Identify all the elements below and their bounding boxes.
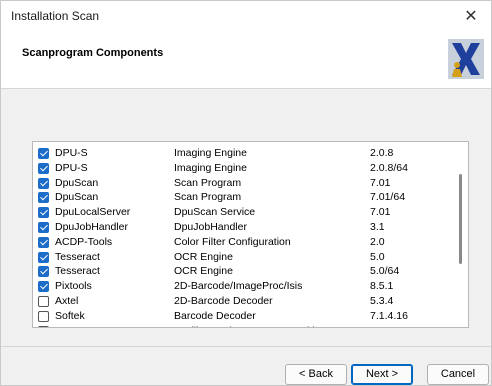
wizard-header: Scanprogram Components xyxy=(1,31,491,89)
footer-divider xyxy=(1,346,491,347)
checkbox-checked[interactable] xyxy=(38,266,49,278)
component-row[interactable]: ACDP-Tools Color Filter Configuration 2.0 xyxy=(33,235,453,250)
components-list[interactable]: DPU-S Imaging Engine 2.0.8 DPU-S Imaging Eng… xyxy=(32,141,469,328)
checkbox-unchecked[interactable] xyxy=(38,325,49,327)
component-description: OCR Engine xyxy=(174,250,233,263)
component-version: 2.0 xyxy=(370,235,385,248)
checkbox-unchecked[interactable] xyxy=(38,296,49,307)
component-row[interactable]: Pixtools 2D-Barcode/ImageProc/Isis 8.5.1 xyxy=(33,279,453,294)
component-row[interactable]: Tesseract OCR Engine 5.0/64 xyxy=(33,264,453,279)
checkbox-unchecked[interactable] xyxy=(38,310,49,322)
list-scrollbar[interactable] xyxy=(459,174,462,264)
cancel-button[interactable]: Cancel xyxy=(427,364,489,385)
component-name: DpuJobHandler xyxy=(55,221,128,233)
component-row[interactable]: DpuScan Scan Program 7.01 xyxy=(33,176,453,191)
component-version: 7.01 xyxy=(370,176,391,189)
checkbox-checked[interactable] xyxy=(38,251,49,263)
component-row[interactable]: I.R.I.S Intelligent Character Recognition xyxy=(33,324,453,327)
component-version: 3.1 xyxy=(370,221,385,233)
checkbox-checked[interactable] xyxy=(38,222,49,233)
component-version: 2.0.8/64 xyxy=(370,161,408,174)
component-version: 7.01/64 xyxy=(370,191,406,204)
component-row[interactable]: DpuJobHandler DpuJobHandler 3.1 xyxy=(33,220,453,235)
component-name: I.R.I.S xyxy=(55,324,84,327)
page-title: Scanprogram Components xyxy=(22,47,164,59)
component-name: Tesseract xyxy=(55,265,100,278)
component-description: Color Filter Configuration xyxy=(174,235,291,248)
component-description: Imaging Engine xyxy=(174,147,247,159)
component-description: Barcode Decoder xyxy=(174,309,256,322)
window-title: Installation Scan xyxy=(11,9,100,23)
title-bar: Installation Scan ✕ xyxy=(1,1,491,31)
checkbox-checked[interactable] xyxy=(38,236,49,248)
component-version: 2.0.8 xyxy=(370,147,394,159)
component-name: DpuScan xyxy=(55,176,99,189)
component-row[interactable]: Axtel 2D-Barcode Decoder 5.3.4 xyxy=(33,294,453,309)
component-row[interactable]: Softek Barcode Decoder 7.1.4.16 xyxy=(33,309,453,324)
component-name: DpuLocalServer xyxy=(55,206,131,219)
component-name: DpuScan xyxy=(55,191,99,204)
component-description: Scan Program xyxy=(174,191,242,204)
component-description: OCR Engine xyxy=(174,265,233,278)
installer-window: Installation Scan ✕ Scanprogram Componen… xyxy=(0,0,492,386)
checkbox-checked[interactable] xyxy=(38,177,49,189)
component-row[interactable]: DPU-S Imaging Engine 2.0.8/64 xyxy=(33,161,453,176)
component-name: Tesseract xyxy=(55,250,100,263)
checkbox-checked[interactable] xyxy=(38,162,49,174)
close-icon[interactable]: ✕ xyxy=(451,1,491,31)
component-description: Scan Program xyxy=(174,176,242,189)
component-row[interactable]: DpuScan Scan Program 7.01/64 xyxy=(33,190,453,205)
component-name: Axtel xyxy=(55,295,79,307)
component-description: Imaging Engine xyxy=(174,161,247,174)
checkbox-checked[interactable] xyxy=(38,192,49,204)
component-row[interactable]: DPU-S Imaging Engine 2.0.8 xyxy=(33,146,453,161)
component-description: DpuScan Service xyxy=(174,206,256,219)
component-description: 2D-Barcode Decoder xyxy=(174,295,273,307)
component-description: 2D-Barcode/ImageProc/Isis xyxy=(174,280,303,293)
component-description: Intelligent Character Recognition xyxy=(174,324,326,327)
component-name: Softek xyxy=(55,309,85,322)
component-row[interactable]: DpuLocalServer DpuScan Service 7.01 xyxy=(33,205,453,220)
component-version: 8.5.1 xyxy=(370,280,394,293)
checkbox-checked[interactable] xyxy=(38,281,49,293)
component-version: 7.01 xyxy=(370,206,391,219)
component-version: 7.1.4.16 xyxy=(370,309,408,322)
component-description: DpuJobHandler xyxy=(174,221,247,233)
component-row[interactable]: Tesseract OCR Engine 5.0 xyxy=(33,250,453,265)
component-version: 5.0/64 xyxy=(370,265,400,278)
component-name: Pixtools xyxy=(55,280,92,293)
next-button[interactable]: Next > xyxy=(351,364,413,385)
component-name: ACDP-Tools xyxy=(55,235,113,248)
checkbox-checked[interactable] xyxy=(38,148,49,159)
component-version: 5.0 xyxy=(370,250,385,263)
checkbox-checked[interactable] xyxy=(38,207,49,219)
x-logo-icon xyxy=(448,39,484,79)
component-version: 5.3.4 xyxy=(370,295,394,307)
component-name: DPU-S xyxy=(55,147,88,159)
component-name: DPU-S xyxy=(55,161,88,174)
back-button[interactable]: < Back xyxy=(285,364,347,385)
